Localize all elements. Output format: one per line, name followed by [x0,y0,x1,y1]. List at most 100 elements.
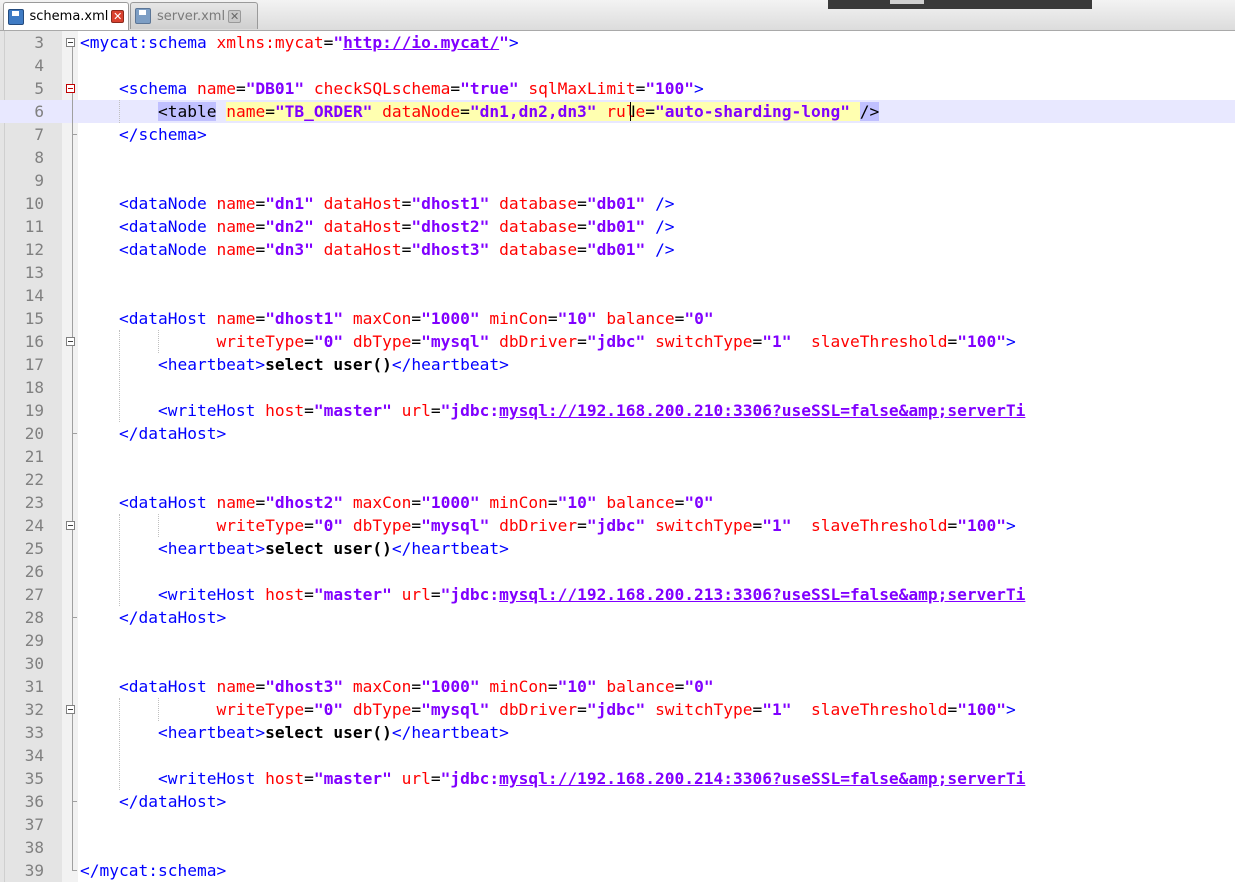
code-line[interactable]: 24 writeType="0" dbType="mysql" dbDriver… [0,514,1235,537]
code-editor[interactable]: 3 <mycat:schema xmlns:mycat="http://io.my… [0,31,1235,882]
close-icon[interactable]: ✕ [228,9,242,23]
code-token: <writeHost [80,769,266,788]
code-token: host [265,401,305,420]
code-line[interactable]: 17 <heartbeat>select user()</heartbeat> [0,353,1235,376]
code-line[interactable]: 22 [0,468,1235,491]
code-token: "true" [460,79,529,98]
code-token: "DB01" [245,79,314,98]
code-line[interactable]: 16 writeType="0" dbType="mysql" dbDriver… [0,330,1235,353]
close-icon[interactable]: ✕ [111,10,124,23]
code-line[interactable]: 37 [0,813,1235,836]
code-token: = [577,217,587,236]
line-number: 5 [34,79,44,98]
code-token: "dhost2" [265,493,353,512]
code-line[interactable]: 39 </mycat:schema> [0,859,1235,882]
code-line[interactable]: 11 <dataNode name="dn2" dataHost="dhost2… [0,215,1235,238]
code-token: "jdbc: [440,769,500,788]
fold-toggle-icon[interactable] [66,521,75,530]
code-line[interactable]: 15 <dataHost name="dhost1" maxCon="1000"… [0,307,1235,330]
code-line[interactable]: 19 <writeHost host="master" url="jdbc:my… [0,399,1235,422]
line-number: 13 [24,263,44,282]
code-line[interactable]: 30 [0,652,1235,675]
code-token: name [216,309,256,328]
code-token: <dataHost [80,493,217,512]
code-line[interactable]: 27 <writeHost host="master" url="jdbc:my… [0,583,1235,606]
code-token: <heartbeat> [80,723,266,742]
code-line[interactable]: 38 [0,836,1235,859]
code-line[interactable]: 18 [0,376,1235,399]
code-line[interactable]: 28 </dataHost> [0,606,1235,629]
code-token: "10" [557,309,607,328]
code-token: = [674,309,685,328]
line-number: 28 [24,608,44,627]
tab-schema-xml[interactable]: schema.xml ✕ [3,2,129,30]
code-token: "0" [313,332,353,351]
code-line[interactable]: 14 [0,284,1235,307]
fold-line [72,714,73,801]
code-line[interactable]: 7 </schema> [0,123,1235,146]
code-line[interactable]: 36 </dataHost> [0,790,1235,813]
line-number: 7 [34,125,44,144]
code-line[interactable]: 33 <heartbeat>select user()</heartbeat> [0,721,1235,744]
line-number: 18 [24,378,44,397]
code-token: "mysql" [421,332,500,351]
fold-toggle-icon[interactable] [66,705,75,714]
code-line[interactable]: 31 <dataHost name="dhost3" maxCon="1000"… [0,675,1235,698]
code-token: url [401,585,431,604]
code-line[interactable]: 5 <schema name="DB01" checkSQLschema="tr… [0,77,1235,100]
code-token: <dataNode [80,194,217,213]
code-token: "jdbc" [586,516,656,535]
code-token: "master" [313,401,402,420]
code-token: = [430,585,441,604]
code-token: url [401,401,431,420]
line-number: 16 [24,332,44,351]
code-token: dbType [352,332,412,351]
code-token: = [947,332,958,351]
code-token: "0" [313,516,353,535]
tab-server-xml[interactable]: server.xml ✕ [130,2,258,29]
fold-toggle-icon[interactable] [66,337,75,346]
code-token: > [508,33,519,52]
code-line[interactable]: 23 <dataHost name="dhost2" maxCon="1000"… [0,491,1235,514]
code-token: "master" [313,585,402,604]
code-line[interactable]: 3 <mycat:schema xmlns:mycat="http://io.my… [0,31,1235,54]
code-token: = [255,309,266,328]
line-number: 38 [24,838,44,857]
code-line[interactable]: 25 <heartbeat>select user()</heartbeat> [0,537,1235,560]
code-line[interactable]: 20 </dataHost> [0,422,1235,445]
fold-toggle-icon[interactable] [66,84,75,93]
code-line[interactable]: 35 <writeHost host="master" url="jdbc:my… [0,767,1235,790]
code-token: name [216,493,256,512]
code-token: select user() [265,723,392,742]
line-number: 26 [24,562,44,581]
code-line[interactable]: 9 [0,169,1235,192]
code-line[interactable]: 29 [0,629,1235,652]
code-line[interactable]: 13 [0,261,1235,284]
code-line[interactable]: 8 [0,146,1235,169]
code-text: <heartbeat>select user()</heartbeat> [80,353,509,376]
code-line[interactable]: 10 <dataNode name="dn1" dataHost="dhost1… [0,192,1235,215]
indent-guide [119,330,120,422]
code-line[interactable]: 26 [0,560,1235,583]
code-line[interactable]: 12 <dataNode name="dn3" dataHost="dhost3… [0,238,1235,261]
code-token: host [265,769,305,788]
line-number: 11 [24,217,44,236]
code-token: = [577,700,587,719]
code-token: </schema> [80,125,207,144]
fold-toggle-icon[interactable] [66,38,75,47]
code-text: <dataNode name="dn1" dataHost="dhost1" d… [80,192,675,215]
code-line[interactable]: 4 [0,54,1235,77]
code-token: /> [655,217,675,236]
code-token: </dataHost> [80,608,227,627]
code-line[interactable]: 21 [0,445,1235,468]
fold-line [72,530,73,617]
code-line[interactable]: 32 writeType="0" dbType="mysql" dbDriver… [0,698,1235,721]
code-line[interactable]: 34 [0,744,1235,767]
code-token: </heartbeat> [391,355,509,374]
code-token: dbDriver [499,516,578,535]
code-line[interactable]: 6 <table name="TB_ORDER" dataNode="dn1,d… [0,100,1235,123]
code-token: mysql://192.168.200.213:3306?useSSL=fals… [499,585,1026,604]
code-token: mysql://192.168.200.210:3306?useSSL=fals… [499,401,1026,420]
code-token: maxCon [352,677,412,696]
